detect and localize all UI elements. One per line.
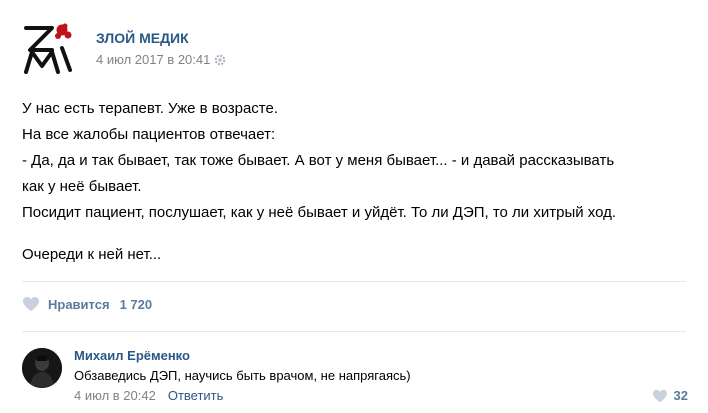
post-text: У нас есть терапевт. Уже в возрасте. На … — [22, 96, 692, 268]
comment-like-count: 32 — [673, 388, 688, 403]
heart-icon — [23, 297, 39, 311]
post-line: На все жалобы пациентов отвечает: — [22, 126, 276, 143]
divider — [22, 281, 686, 282]
post-line: У нас есть терапевт. Уже в возрасте. — [22, 100, 279, 117]
divider — [22, 331, 686, 332]
avatar[interactable] — [22, 348, 62, 388]
comment-like-button[interactable]: 32 — [652, 388, 688, 403]
post-author[interactable]: ЗЛОЙ МЕДИК — [96, 30, 189, 46]
gear-icon[interactable] — [214, 54, 226, 66]
post-line: Посидит пациент, послушает, как у неё бы… — [22, 204, 617, 221]
like-count: 1 720 — [119, 296, 153, 312]
person-silhouette-icon — [22, 348, 62, 388]
post-line: Очереди к ней нет... — [22, 246, 162, 263]
heart-icon — [652, 389, 667, 402]
post-date[interactable]: 4 июл 2017 в 20:41 — [96, 52, 210, 67]
comment-date[interactable]: 4 июл в 20:42 — [74, 388, 156, 403]
zm-logo-icon — [24, 23, 72, 74]
post-meta: 4 июл 2017 в 20:41 — [96, 52, 226, 67]
comment-text: Обзаведись ДЭП, научись быть врачом, не … — [74, 368, 411, 383]
post-line: - Да, да и так бывает, так тоже бывает. … — [22, 152, 615, 169]
like-label: Нравится — [48, 296, 110, 312]
like-button[interactable]: Нравится 1 720 — [22, 296, 152, 312]
group-logo[interactable] — [22, 20, 76, 74]
comment: Михаил Ерёменко Обзаведись ДЭП, научись … — [22, 346, 692, 406]
reply-button[interactable]: Ответить — [168, 388, 224, 403]
post-line: как у неё бывает. — [22, 178, 142, 195]
post-header: ЗЛОЙ МЕДИК 4 июл 2017 в 20:41 — [22, 20, 682, 76]
comment-author[interactable]: Михаил Ерёменко — [74, 348, 190, 363]
comment-meta: 4 июл в 20:42 Ответить — [74, 388, 223, 403]
